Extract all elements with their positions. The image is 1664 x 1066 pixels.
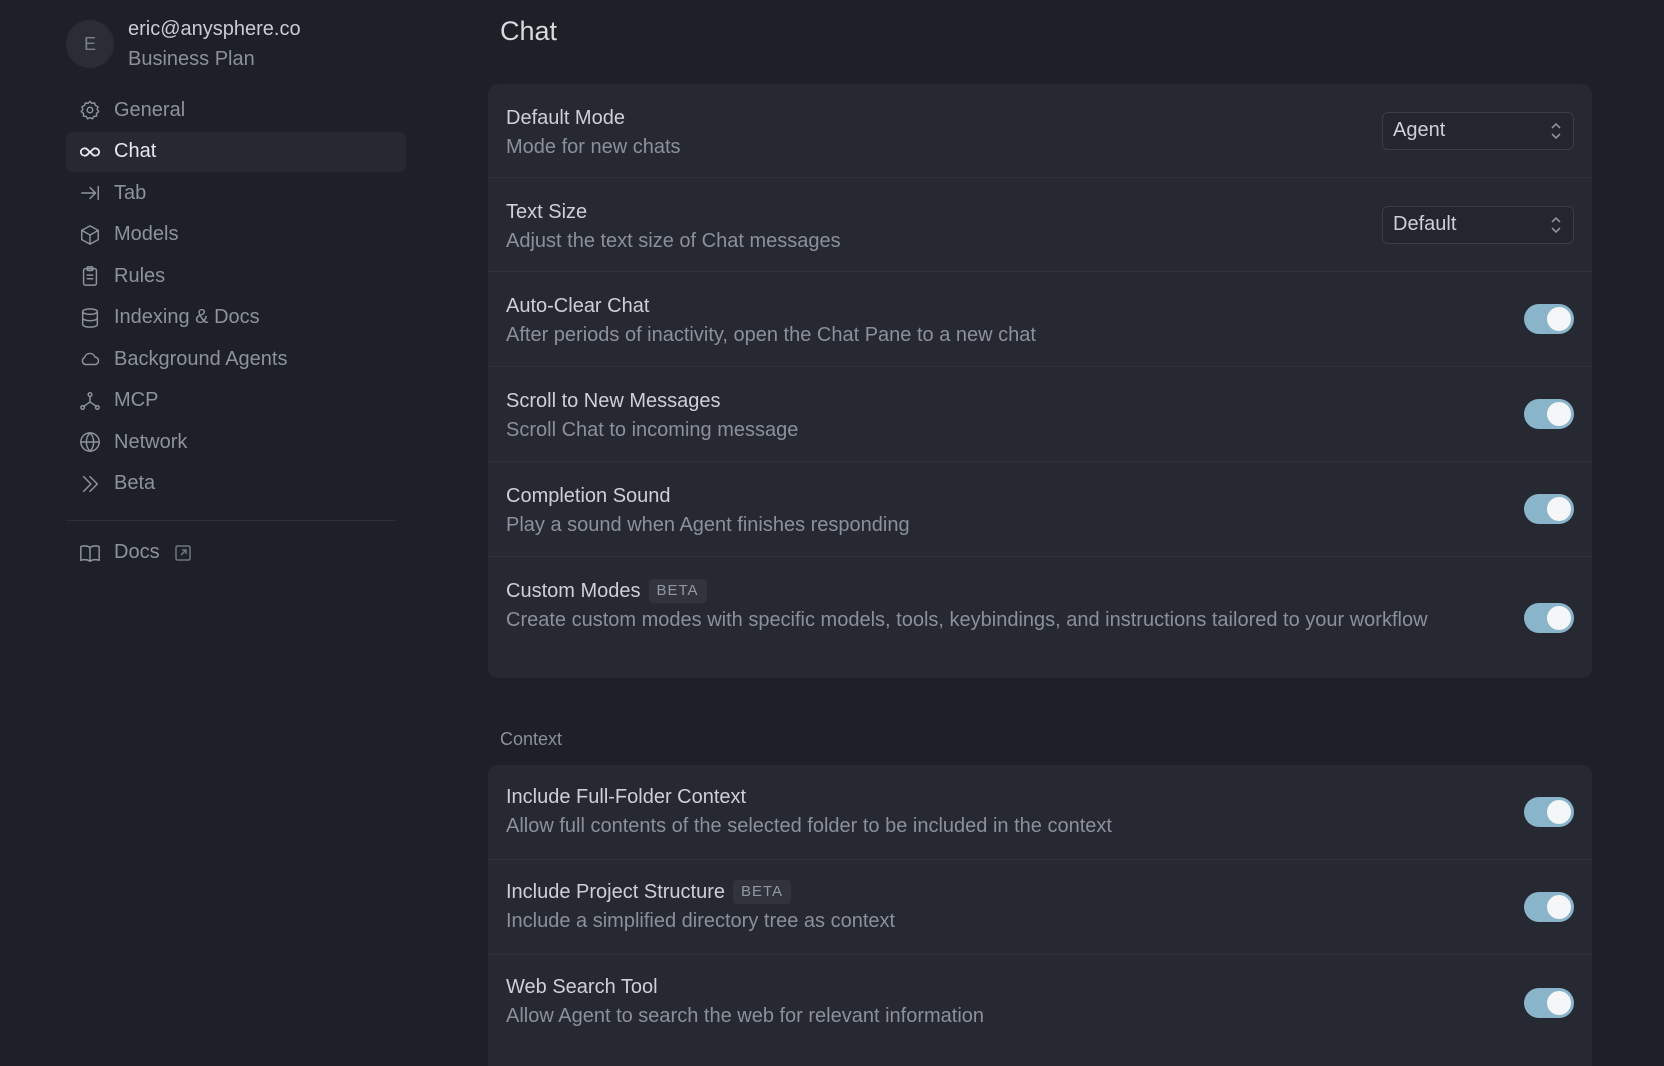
setting-auto-clear-chat: Auto-Clear Chat After periods of inactiv… xyxy=(488,272,1592,367)
sidebar-item-label: Rules xyxy=(114,264,166,287)
nodes-icon xyxy=(78,389,102,413)
arrow-right-bar-icon xyxy=(78,181,102,205)
setting-description: Create custom modes with specific models… xyxy=(506,609,1428,631)
default-mode-select[interactable]: Agent xyxy=(1382,111,1574,150)
sidebar-item-tab[interactable]: Tab xyxy=(66,173,406,213)
sidebar-nav: General Chat Tab Models Rules Indexing &… xyxy=(66,90,406,574)
setting-title: Include Full-Folder Context xyxy=(506,786,747,808)
toggle-knob xyxy=(1547,402,1571,426)
sidebar-item-docs[interactable]: Docs xyxy=(66,533,406,573)
setting-title: Auto-Clear Chat xyxy=(506,295,650,317)
custom-modes-toggle[interactable] xyxy=(1524,602,1574,633)
account-header: E eric@anysphere.co Business Plan xyxy=(66,14,301,74)
setting-description: Adjust the text size of Chat messages xyxy=(506,230,841,252)
database-icon xyxy=(78,306,102,330)
sidebar-item-label: Tab xyxy=(114,181,147,204)
setting-description: Allow full contents of the selected fold… xyxy=(506,815,1112,837)
setting-description: Allow Agent to search the web for releva… xyxy=(506,1005,985,1027)
sidebar-item-mcp[interactable]: MCP xyxy=(66,381,406,421)
clipboard-icon xyxy=(78,264,102,288)
cube-icon xyxy=(78,223,102,247)
globe-icon xyxy=(78,430,102,454)
setting-text-size: Text Size Adjust the text size of Chat m… xyxy=(488,178,1592,272)
infinity-icon xyxy=(78,140,102,164)
sidebar-item-beta[interactable]: Beta xyxy=(66,464,406,504)
sidebar-item-label: Models xyxy=(114,223,179,245)
sidebar-item-label: MCP xyxy=(114,389,159,411)
sidebar-item-network[interactable]: Network xyxy=(66,422,406,462)
settings-window: E eric@anysphere.co Business Plan Genera… xyxy=(0,0,1664,1066)
sidebar-item-label: Docs xyxy=(114,541,160,563)
toggle-knob xyxy=(1547,990,1571,1015)
chat-settings-card: Default Mode Mode for new chats Agent Te… xyxy=(488,84,1592,678)
setting-default-mode: Default Mode Mode for new chats Agent xyxy=(488,84,1592,178)
select-value: Agent xyxy=(1393,119,1446,141)
sidebar-item-general[interactable]: General xyxy=(66,90,406,130)
sidebar-item-label: Background Agents xyxy=(114,347,288,370)
auto-clear-chat-toggle[interactable] xyxy=(1524,304,1574,334)
setting-title: Custom Modes xyxy=(506,580,641,602)
sidebar-item-background-agents[interactable]: Background Agents xyxy=(66,339,406,379)
scroll-to-new-messages-toggle[interactable] xyxy=(1524,399,1574,429)
setting-description: Play a sound when Agent finishes respond… xyxy=(506,514,910,536)
account-plan: Business Plan xyxy=(128,48,255,70)
web-search-tool-toggle[interactable] xyxy=(1524,987,1574,1018)
chevron-up-down-icon xyxy=(1549,215,1563,235)
toggle-knob xyxy=(1547,800,1571,824)
text-size-select[interactable]: Default xyxy=(1382,205,1574,244)
beta-badge: BETA xyxy=(648,579,707,603)
sidebar-item-indexing-docs[interactable]: Indexing & Docs xyxy=(66,298,406,338)
setting-description: Scroll Chat to incoming message xyxy=(506,419,799,441)
sidebar-item-label: Network xyxy=(114,430,188,453)
setting-description: Include a simplified directory tree as c… xyxy=(506,910,896,932)
page-title: Chat xyxy=(500,16,558,46)
sidebar-item-label: General xyxy=(114,98,186,121)
gear-icon xyxy=(78,98,102,122)
setting-title-wrap: Include Project Structure BETA xyxy=(506,880,1574,904)
setting-title: Completion Sound xyxy=(506,485,671,507)
sidebar-item-chat[interactable]: Chat xyxy=(66,131,406,172)
include-project-structure-toggle[interactable] xyxy=(1524,892,1574,922)
toggle-knob xyxy=(1547,307,1571,331)
beta-badge: BETA xyxy=(733,880,792,904)
setting-title: Scroll to New Messages xyxy=(506,390,721,412)
toggle-knob xyxy=(1547,895,1571,919)
setting-description: Mode for new chats xyxy=(506,136,681,158)
avatar: E xyxy=(66,20,114,68)
sidebar-divider xyxy=(66,519,396,521)
include-full-folder-context-toggle[interactable] xyxy=(1524,797,1574,827)
context-settings-card: Include Full-Folder Context Allow full c… xyxy=(488,765,1592,1066)
toggle-knob xyxy=(1547,605,1571,630)
sidebar-item-label: Indexing & Docs xyxy=(114,306,260,328)
sidebar-item-rules[interactable]: Rules xyxy=(66,256,406,296)
double-chevron-icon xyxy=(78,472,102,496)
setting-title: Include Project Structure xyxy=(506,881,725,903)
setting-scroll-to-new-messages: Scroll to New Messages Scroll Chat to in… xyxy=(488,367,1592,462)
sidebar-item-models[interactable]: Models xyxy=(66,215,406,255)
sidebar-item-label: Beta xyxy=(114,472,156,494)
setting-title-wrap: Custom Modes BETA xyxy=(506,579,1574,603)
setting-include-project-structure: Include Project Structure BETA Include a… xyxy=(488,860,1592,955)
setting-web-search-tool: Web Search Tool Allow Agent to search th… xyxy=(488,955,1592,1050)
setting-completion-sound: Completion Sound Play a sound when Agent… xyxy=(488,462,1592,557)
cloud-icon xyxy=(78,347,102,371)
completion-sound-toggle[interactable] xyxy=(1524,494,1574,524)
toggle-knob xyxy=(1547,497,1571,521)
setting-description: After periods of inactivity, open the Ch… xyxy=(506,324,1036,346)
select-value: Default xyxy=(1393,213,1457,235)
external-link-icon xyxy=(174,544,192,562)
chevron-up-down-icon xyxy=(1549,121,1563,141)
setting-include-full-folder-context: Include Full-Folder Context Allow full c… xyxy=(488,765,1592,860)
sidebar-item-label: Chat xyxy=(114,140,157,162)
account-email: eric@anysphere.co xyxy=(128,18,301,40)
setting-custom-modes: Custom Modes BETA Create custom modes wi… xyxy=(488,557,1592,678)
setting-title: Web Search Tool xyxy=(506,976,658,998)
sidebar: E eric@anysphere.co Business Plan Genera… xyxy=(0,0,420,1066)
book-icon xyxy=(78,541,102,565)
section-label-context: Context xyxy=(500,729,563,749)
